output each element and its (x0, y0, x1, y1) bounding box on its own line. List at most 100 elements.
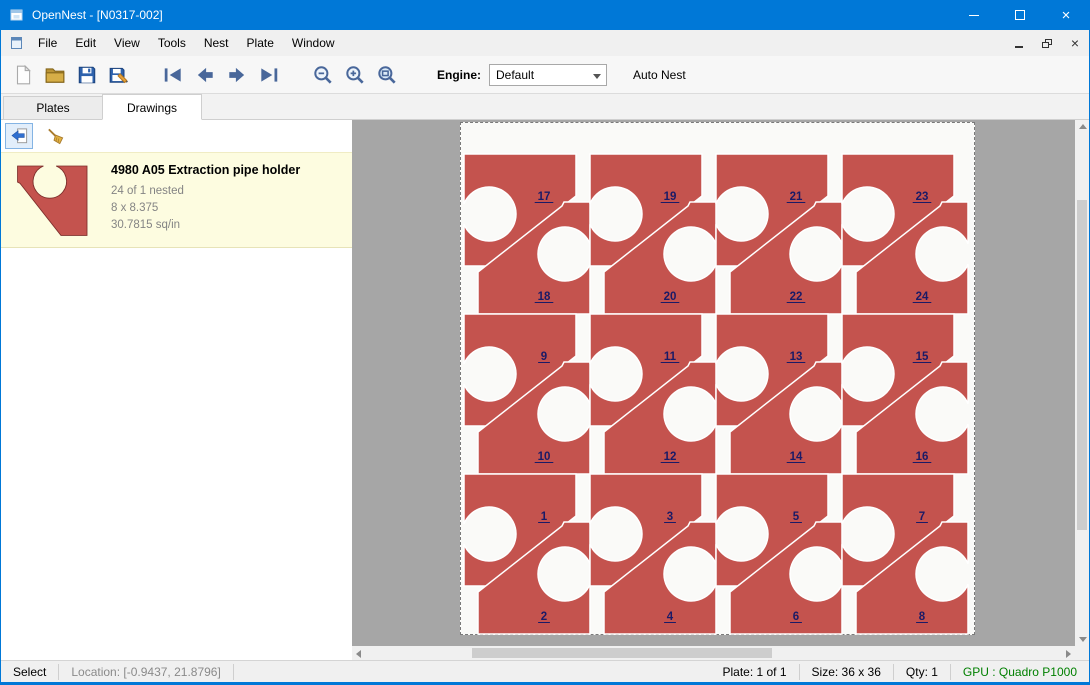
part-number: 19 (664, 191, 677, 203)
mdi-minimize-button[interactable] (1005, 30, 1033, 56)
open-file-button[interactable] (39, 60, 71, 90)
status-location: Location: [-0.9437, 21.8796] (58, 664, 232, 680)
part-number: 9 (541, 351, 547, 363)
app-icon (9, 7, 25, 23)
drawing-title: 4980 A05 Extraction pipe holder (111, 163, 300, 177)
mdi-restore-button[interactable] (1033, 30, 1061, 56)
part-number: 16 (916, 451, 929, 463)
close-button[interactable]: × (1043, 0, 1089, 30)
engine-select[interactable]: Default (489, 64, 607, 86)
drawings-panel: 4980 A05 Extraction pipe holder 24 of 1 … (1, 120, 352, 660)
menu-item-edit[interactable]: Edit (66, 30, 105, 56)
panel-toolbar (1, 120, 352, 152)
scroll-left-icon (356, 650, 361, 658)
horizontal-scroll-thumb[interactable] (472, 648, 772, 658)
auto-nest-button[interactable]: Auto Nest (633, 68, 686, 82)
plate: 171819202122232491011121314151612345678 (460, 122, 975, 635)
part-number: 4 (667, 611, 674, 623)
new-file-button[interactable] (7, 60, 39, 90)
drawing-list-item[interactable]: 4980 A05 Extraction pipe holder 24 of 1 … (1, 152, 352, 248)
menu-item-window[interactable]: Window (283, 30, 344, 56)
zoom-fit-button[interactable] (371, 60, 403, 90)
part-number: 7 (919, 511, 925, 523)
menu-item-nest[interactable]: Nest (195, 30, 238, 56)
zoom-out-button[interactable] (307, 60, 339, 90)
drawing-dimensions: 8 x 8.375 (111, 200, 300, 217)
status-bar: Select Location: [-0.9437, 21.8796] Plat… (1, 660, 1089, 682)
status-qty: Qty: 1 (893, 664, 950, 680)
return-part-button[interactable] (5, 123, 33, 149)
first-plate-button[interactable] (157, 60, 189, 90)
tab-plates[interactable]: Plates (3, 96, 103, 119)
nest-svg: 171819202122232491011121314151612345678 (461, 123, 976, 636)
part-number: 23 (916, 191, 929, 203)
menu-item-file[interactable]: File (29, 30, 66, 56)
part-number: 22 (790, 291, 803, 303)
chevron-down-icon (593, 74, 601, 79)
horizontal-scrollbar[interactable] (352, 646, 1075, 660)
maximize-button[interactable] (997, 0, 1043, 30)
menu-items: FileEditViewToolsNestPlateWindow (29, 30, 344, 56)
zoom-in-button[interactable] (339, 60, 371, 90)
part-number: 2 (541, 611, 547, 623)
maximize-icon (1015, 10, 1025, 20)
status-gpu: GPU : Quadro P1000 (950, 664, 1089, 680)
previous-plate-button[interactable] (189, 60, 221, 90)
drawing-area: 30.7815 sq/in (111, 217, 300, 234)
save-as-button[interactable] (103, 60, 135, 90)
part-number: 3 (667, 511, 673, 523)
scrollbar-corner (1075, 646, 1089, 660)
part-number: 15 (916, 351, 929, 363)
minimize-button[interactable] (951, 0, 997, 30)
part-number: 10 (538, 451, 551, 463)
part-number: 8 (919, 611, 926, 623)
menu-item-tools[interactable]: Tools (149, 30, 195, 56)
part-number: 11 (664, 351, 677, 363)
window-title: OpenNest - [N0317-002] (32, 8, 163, 22)
part-number: 20 (664, 291, 677, 303)
part-number: 18 (538, 291, 551, 303)
mdi-close-button[interactable]: × (1061, 30, 1089, 56)
drawing-thumbnail (7, 161, 99, 239)
menu-bar: FileEditViewToolsNestPlateWindow × (1, 30, 1089, 56)
status-size: Size: 36 x 36 (799, 664, 893, 680)
part-number: 12 (664, 451, 677, 463)
menu-item-plate[interactable]: Plate (238, 30, 283, 56)
next-plate-button[interactable] (221, 60, 253, 90)
vertical-scrollbar[interactable] (1075, 120, 1089, 646)
part-number: 6 (793, 611, 799, 623)
last-plate-button[interactable] (253, 60, 285, 90)
title-bar: OpenNest - [N0317-002] × (1, 0, 1089, 30)
app-window: OpenNest - [N0317-002] × FileEditViewToo… (0, 0, 1090, 685)
nest-canvas[interactable]: 171819202122232491011121314151612345678 (352, 120, 1089, 660)
menu-item-view[interactable]: View (105, 30, 149, 56)
scroll-right-icon (1066, 650, 1071, 658)
clear-parts-button[interactable] (41, 123, 69, 149)
tab-drawings[interactable]: Drawings (102, 94, 202, 120)
mdi-minimize-icon (1015, 46, 1023, 48)
minimize-icon (969, 15, 979, 16)
document-icon (9, 35, 25, 51)
part-number: 17 (538, 191, 551, 203)
engine-label: Engine: (437, 68, 481, 82)
part-number: 14 (790, 451, 803, 463)
part-number: 1 (541, 511, 548, 523)
engine-value: Default (496, 68, 534, 82)
part-number: 5 (793, 511, 800, 523)
drawing-thumbnail-shape (18, 166, 87, 235)
status-spacer (233, 664, 711, 680)
tab-strip: PlatesDrawings (1, 94, 1089, 120)
drawing-nested-count: 24 of 1 nested (111, 183, 300, 200)
save-file-button[interactable] (71, 60, 103, 90)
mdi-restore-icon (1042, 39, 1052, 48)
part-number: 21 (790, 191, 803, 203)
scroll-down-icon (1079, 637, 1087, 642)
vertical-scroll-thumb[interactable] (1077, 200, 1087, 530)
status-plate: Plate: 1 of 1 (710, 664, 798, 680)
status-mode: Select (1, 664, 58, 680)
scroll-up-icon (1079, 124, 1087, 129)
mdi-close-icon: × (1071, 36, 1079, 50)
part-number: 13 (790, 351, 803, 363)
part-number: 24 (916, 291, 929, 303)
close-icon: × (1062, 8, 1071, 23)
